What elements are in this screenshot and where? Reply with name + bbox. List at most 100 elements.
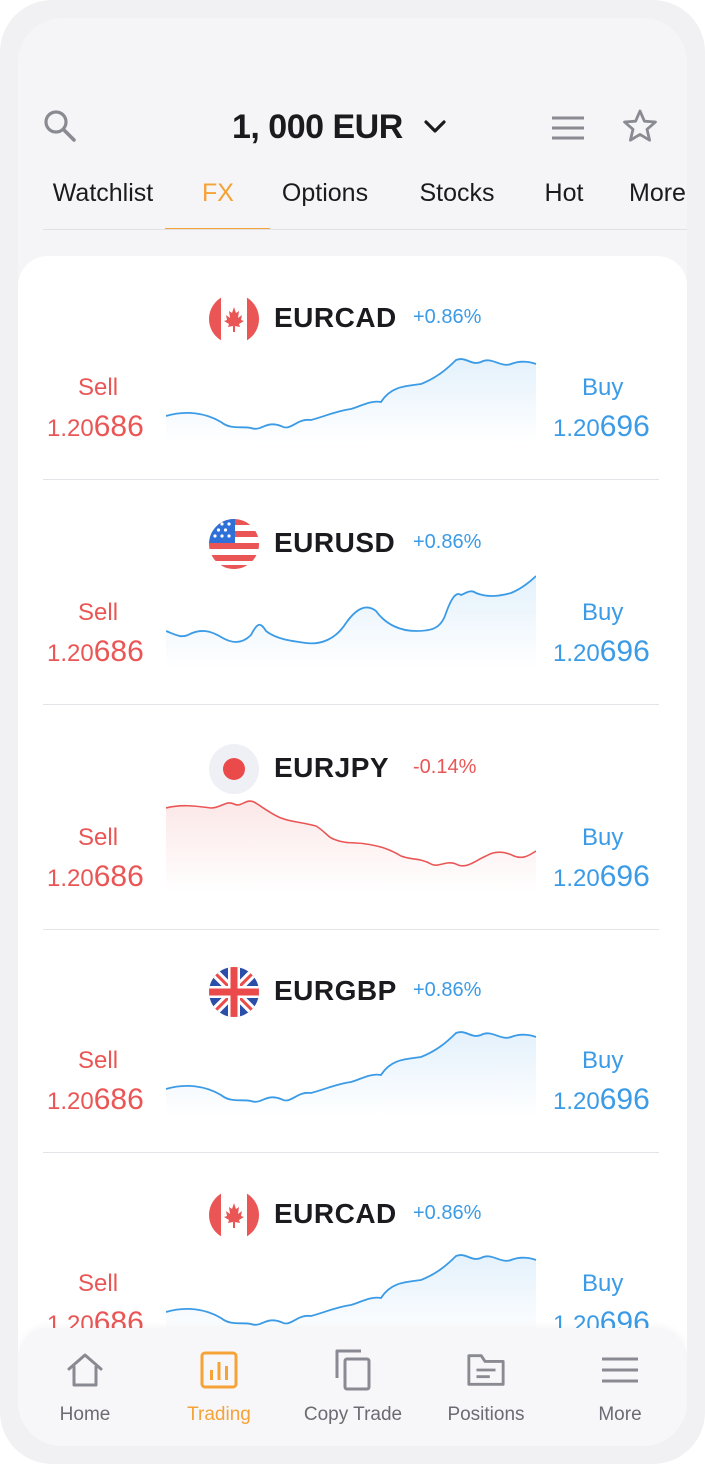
price-sparkline [166, 358, 536, 443]
buy-price-prefix: 1.20 [553, 415, 600, 442]
canada-flag-icon [209, 294, 259, 344]
buy-label: Buy [582, 1270, 624, 1297]
copy-icon [333, 1349, 373, 1391]
pair-header: EURUSD +0.86% [18, 519, 687, 569]
tab-stocks[interactable]: Stocks [414, 173, 500, 229]
buy-price-pips: 696 [599, 860, 650, 893]
tab-more[interactable]: More [629, 173, 687, 229]
sell-price-pips: 686 [93, 1083, 144, 1116]
nav-label: Home [59, 1404, 111, 1425]
pair-symbol: EURGBP [274, 975, 397, 1006]
price-sparkline [166, 575, 536, 668]
nav-home[interactable]: Home [18, 1328, 152, 1446]
list-item[interactable]: EURJPY -0.14% Sell 1.20686 Buy 1.20696 [18, 706, 687, 930]
buy-label: Buy [582, 374, 624, 401]
tabs-divider [43, 229, 687, 230]
canada-flag-icon [209, 1190, 259, 1240]
pair-change: +0.86% [413, 979, 482, 1001]
search-icon [44, 110, 76, 142]
tab-hot[interactable]: Hot [538, 173, 590, 229]
pair-change: -0.14% [413, 756, 477, 778]
sell-price[interactable]: 1.20686 [47, 410, 144, 444]
nav-label: Trading [187, 1404, 251, 1425]
pair-change: +0.86% [413, 1202, 482, 1224]
list-menu-button[interactable] [548, 108, 588, 148]
menu-icon [600, 1350, 640, 1390]
nav-positions[interactable]: Positions [419, 1328, 553, 1446]
chevron-down-icon [423, 119, 447, 135]
market-tabs: Watchlist FX Options Stocks Hot More [18, 173, 687, 229]
sell-price-pips: 686 [93, 410, 144, 443]
nav-label: Copy Trade [303, 1404, 403, 1425]
pair-symbol: EURCAD [274, 1198, 397, 1229]
list-item[interactable]: EURGBP +0.86% Sell 1.20686 Buy 1.20696 [18, 929, 687, 1153]
tab-options[interactable]: Options [276, 173, 374, 229]
favorites-button[interactable] [620, 106, 660, 146]
trading-chart-icon [199, 1350, 239, 1390]
buy-price-pips: 696 [599, 635, 650, 668]
buy-price-prefix: 1.20 [553, 640, 600, 667]
balance-selector[interactable]: 1, 000 EUR [232, 104, 447, 150]
buy-label: Buy [582, 1047, 624, 1074]
buy-price[interactable]: 1.20696 [553, 1083, 650, 1117]
sell-price-prefix: 1.20 [47, 415, 94, 442]
buy-label: Buy [582, 824, 624, 851]
pair-symbol: EURCAD [274, 302, 397, 333]
app-screen: 1, 000 EUR Watchlist FX Options Stocks H… [18, 18, 687, 1446]
bottom-navigation: Home Trading Copy Trade Positions More [18, 1328, 687, 1446]
sell-price-prefix: 1.20 [47, 1088, 94, 1115]
star-icon [623, 109, 657, 142]
pair-header: EURJPY -0.14% [18, 744, 687, 794]
price-sparkline [166, 1254, 536, 1339]
folder-icon [466, 1350, 506, 1390]
home-icon [65, 1350, 105, 1390]
pair-change: +0.86% [413, 531, 482, 553]
sell-price-pips: 686 [93, 635, 144, 668]
buy-price-prefix: 1.20 [553, 1088, 600, 1115]
price-sparkline [166, 800, 536, 893]
list-item[interactable]: EURCAD +0.86% Sell 1.20686 Buy 1.20696 [18, 256, 687, 480]
pair-symbol: EURJPY [274, 752, 390, 783]
usa-flag-icon [209, 519, 259, 569]
device-frame: 1, 000 EUR Watchlist FX Options Stocks H… [0, 0, 705, 1464]
sell-price-prefix: 1.20 [47, 865, 94, 892]
price-sparkline [166, 1031, 536, 1116]
row-divider [43, 704, 659, 705]
sell-price-prefix: 1.20 [47, 640, 94, 667]
sell-label: Sell [78, 374, 119, 401]
pair-header: EURCAD +0.86% [18, 1190, 687, 1240]
nav-more[interactable]: More [553, 1328, 687, 1446]
tab-watchlist[interactable]: Watchlist [44, 173, 162, 229]
buy-price-pips: 696 [599, 1083, 650, 1116]
nav-copy-trade[interactable]: Copy Trade [286, 1328, 420, 1446]
sell-label: Sell [78, 599, 119, 626]
list-item[interactable]: EURUSD +0.86% Sell 1.20686 Buy 1.20696 [18, 481, 687, 705]
sell-label: Sell [78, 1270, 119, 1297]
sell-price[interactable]: 1.20686 [47, 1083, 144, 1117]
pair-header: EURCAD +0.86% [18, 294, 687, 344]
balance-amount: 1, 000 EUR [232, 107, 403, 146]
pair-header: EURGBP +0.86% [18, 967, 687, 1017]
buy-price[interactable]: 1.20696 [553, 860, 650, 894]
search-button[interactable] [40, 106, 80, 146]
tab-fx[interactable]: FX [188, 173, 248, 229]
nav-label: More [598, 1404, 642, 1425]
buy-price-prefix: 1.20 [553, 865, 600, 892]
sell-label: Sell [78, 1047, 119, 1074]
sell-label: Sell [78, 824, 119, 851]
nav-trading[interactable]: Trading [152, 1328, 286, 1446]
fx-pairs-list: EURCAD +0.86% Sell 1.20686 Buy 1.20696 E… [18, 256, 687, 1446]
sell-price-pips: 686 [93, 860, 144, 893]
buy-price[interactable]: 1.20696 [553, 635, 650, 669]
nav-label: Positions [447, 1404, 525, 1425]
buy-price-pips: 696 [599, 410, 650, 443]
row-divider [43, 479, 659, 480]
header: 1, 000 EUR Watchlist FX Options Stocks H… [18, 18, 687, 258]
japan-flag-icon [209, 744, 259, 794]
buy-label: Buy [582, 599, 624, 626]
sell-price[interactable]: 1.20686 [47, 860, 144, 894]
pair-symbol: EURUSD [274, 527, 396, 558]
uk-flag-icon [209, 967, 259, 1017]
sell-price[interactable]: 1.20686 [47, 635, 144, 669]
buy-price[interactable]: 1.20696 [553, 410, 650, 444]
